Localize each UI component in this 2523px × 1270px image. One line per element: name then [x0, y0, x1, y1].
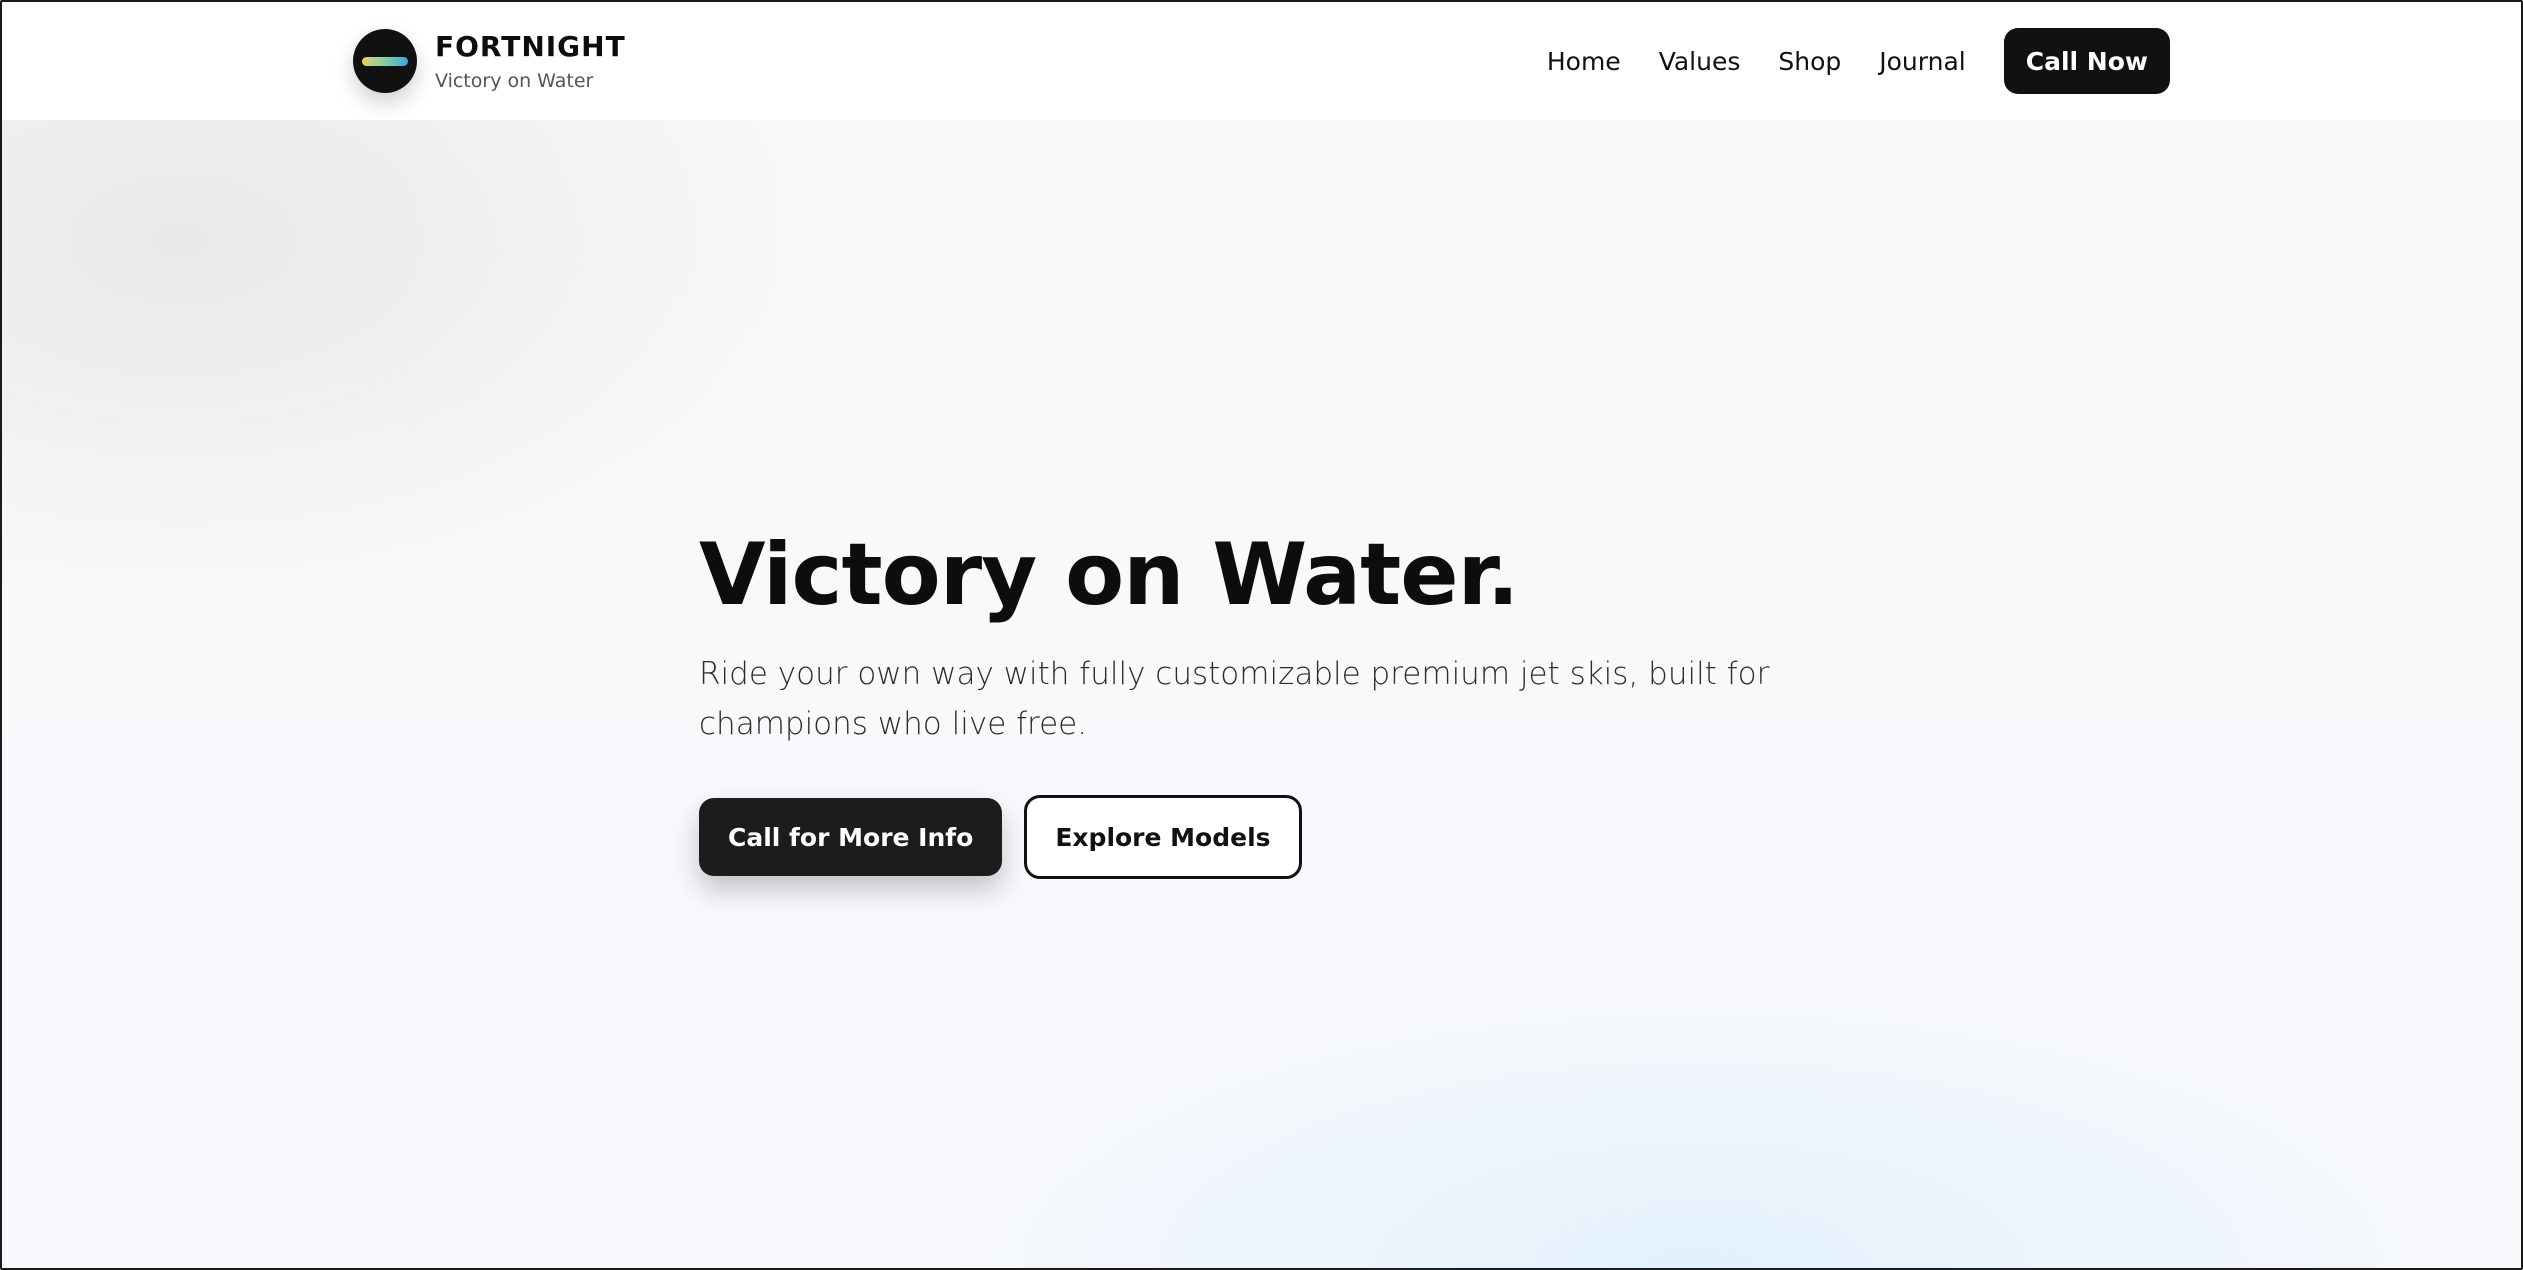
- brand[interactable]: FORTNIGHT Victory on Water: [353, 29, 626, 93]
- brand-text: FORTNIGHT Victory on Water: [435, 29, 626, 92]
- call-for-info-button[interactable]: Call for More Info: [699, 798, 1003, 876]
- nav-link-shop[interactable]: Shop: [1778, 47, 1841, 76]
- hero-title: Victory on Water.: [699, 525, 1519, 625]
- explore-models-button[interactable]: Explore Models: [1024, 795, 1302, 879]
- brand-name: FORTNIGHT: [435, 29, 626, 63]
- site-header: FORTNIGHT Victory on Water Home Values S…: [2, 2, 2521, 120]
- brand-tagline: Victory on Water: [435, 69, 594, 92]
- hero-section: Victory on Water. Ride your own way with…: [2, 120, 2521, 1268]
- nav-link-home[interactable]: Home: [1547, 47, 1621, 76]
- call-now-button[interactable]: Call Now: [2003, 28, 2170, 94]
- nav-link-journal[interactable]: Journal: [1879, 47, 1965, 76]
- nav-link-values[interactable]: Values: [1659, 47, 1741, 76]
- main-nav: Home Values Shop Journal Call Now: [1547, 28, 2170, 94]
- hero-subtitle: Ride your own way with fully customizabl…: [699, 656, 1770, 742]
- logo-bar-icon: [362, 57, 408, 66]
- hero-content: Victory on Water. Ride your own way with…: [699, 525, 1839, 879]
- browser-viewport: FORTNIGHT Victory on Water Home Values S…: [0, 0, 2523, 1270]
- hero-actions: Call for More Info Explore Models: [699, 795, 1839, 879]
- logo[interactable]: [353, 29, 417, 93]
